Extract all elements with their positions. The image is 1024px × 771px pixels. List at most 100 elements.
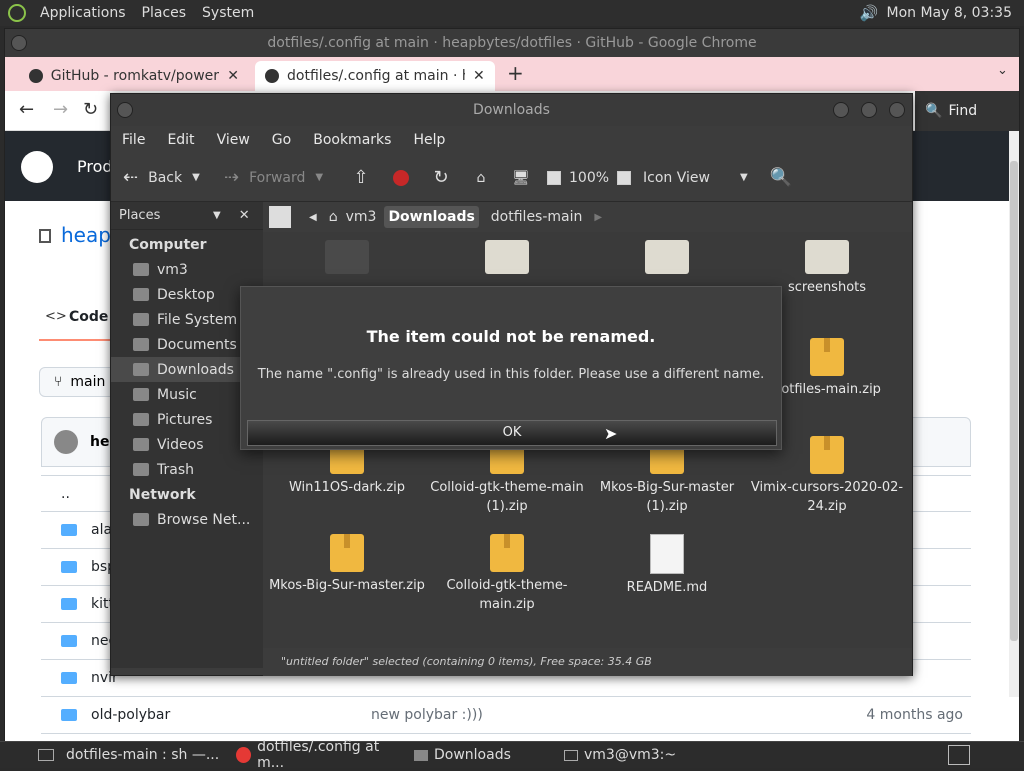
search-icon[interactable]: 🔍 bbox=[770, 167, 792, 188]
zip-archive-icon bbox=[810, 338, 844, 376]
sidebar-item-vm3[interactable]: vm3 bbox=[111, 257, 263, 282]
product-menu[interactable]: Prod bbox=[77, 157, 113, 176]
distro-logo-icon[interactable] bbox=[8, 4, 26, 22]
clock[interactable]: Mon May 8, 03:35 bbox=[886, 5, 1024, 21]
place-icon bbox=[133, 263, 149, 276]
chevron-down-icon: ▼ bbox=[739, 172, 748, 183]
view-mode-select[interactable]: Icon View ▼ bbox=[631, 170, 748, 186]
tab-list-chevron-icon[interactable]: ⌄ bbox=[997, 63, 1008, 78]
rename-error-dialog: The item could not be renamed. The name … bbox=[240, 286, 782, 450]
menu-bookmarks[interactable]: Bookmarks bbox=[302, 132, 402, 148]
sidebar-item-label: Trash bbox=[157, 461, 194, 478]
tab-dotfiles-config[interactable]: dotfiles/.config at main · hea ✕ bbox=[255, 61, 495, 91]
file-name-link[interactable]: old-polybar bbox=[91, 707, 371, 723]
code-tab[interactable]: Code bbox=[69, 309, 108, 325]
close-tab-icon[interactable]: ✕ bbox=[227, 68, 239, 84]
network-icon bbox=[133, 513, 149, 526]
path-dotfiles-main[interactable]: dotfiles-main bbox=[479, 209, 595, 225]
close-tab-icon[interactable]: ✕ bbox=[473, 68, 485, 84]
show-desktop-icon[interactable] bbox=[38, 749, 54, 761]
menu-file[interactable]: File bbox=[111, 132, 156, 148]
chrome-title-bar[interactable]: dotfiles/.config at main · heapbytes/dot… bbox=[5, 29, 1019, 57]
minimize-button[interactable] bbox=[833, 102, 849, 118]
file-item[interactable]: README.md bbox=[587, 534, 747, 597]
path-right-arrow-icon[interactable]: ▶ bbox=[594, 212, 602, 223]
find-label: Find bbox=[948, 103, 978, 119]
file-item[interactable] bbox=[267, 240, 427, 278]
sidebar-item-trash[interactable]: Trash bbox=[111, 457, 263, 482]
reload-icon[interactable]: ↻ bbox=[83, 99, 98, 120]
fm-title-bar[interactable]: Downloads bbox=[111, 94, 912, 126]
forward-button[interactable]: ⇢ Forward ▼ bbox=[216, 167, 341, 188]
file-item[interactable] bbox=[587, 240, 747, 278]
scrollbar-thumb[interactable] bbox=[1010, 161, 1018, 641]
menu-view[interactable]: View bbox=[206, 132, 261, 148]
fm-menu-button[interactable] bbox=[117, 102, 133, 118]
tab-label: dotfiles/.config at main · hea bbox=[287, 68, 465, 84]
menu-go[interactable]: Go bbox=[261, 132, 302, 148]
back-dropdown-icon[interactable]: ▼ bbox=[192, 172, 200, 183]
file-item[interactable]: Colloid-gtk-theme-main.zip bbox=[427, 534, 587, 614]
path-vm3[interactable]: vm3 bbox=[338, 209, 385, 225]
code-tab-icon: <> bbox=[45, 309, 67, 324]
avatar[interactable] bbox=[54, 430, 78, 454]
computer-heading: Computer bbox=[129, 236, 207, 253]
volume-icon[interactable]: 🔊 bbox=[860, 4, 879, 22]
zoom-out-icon[interactable] bbox=[547, 170, 561, 185]
repo-owner-link[interactable]: heap bbox=[61, 223, 111, 247]
forward-arrow-icon[interactable]: → bbox=[53, 99, 68, 120]
folder-icon bbox=[61, 523, 77, 536]
folder-icon bbox=[61, 597, 77, 610]
back-button[interactable]: ⇠ Back ▼ bbox=[111, 167, 216, 188]
menu-edit[interactable]: Edit bbox=[156, 132, 205, 148]
file-item[interactable] bbox=[427, 240, 587, 278]
new-tab-icon[interactable]: + bbox=[507, 61, 524, 85]
computer-icon[interactable]: 🖥 bbox=[501, 170, 541, 186]
close-sidebar-icon[interactable]: ✕ bbox=[239, 208, 250, 223]
up-arrow-icon[interactable]: ⇧ bbox=[341, 167, 381, 188]
task-terminal-vm3[interactable]: vm3@vm3:~ bbox=[558, 742, 698, 769]
commit-message[interactable]: new polybar :))) bbox=[371, 707, 866, 723]
file-item[interactable]: Mkos-Big-Sur-master.zip bbox=[267, 534, 427, 595]
file-label: README.md bbox=[626, 580, 708, 595]
table-row[interactable]: old-polybar new polybar :))) 4 months ago bbox=[41, 696, 971, 732]
task-downloads[interactable]: Downloads bbox=[408, 742, 558, 769]
parent-dir-link[interactable]: .. bbox=[61, 486, 70, 502]
places-selector[interactable]: Places ▼ ✕ bbox=[111, 202, 263, 230]
forward-dropdown-icon[interactable]: ▼ bbox=[315, 172, 323, 183]
zip-archive-icon bbox=[490, 534, 524, 572]
tab-strip: GitHub - romkatv/powerleve ✕ dotfiles/.c… bbox=[5, 57, 1019, 91]
zoom-in-icon[interactable] bbox=[617, 170, 632, 185]
task-chrome[interactable]: dotfiles/.config at m... bbox=[230, 739, 408, 771]
branch-selector[interactable]: ⑂ main bbox=[39, 367, 119, 397]
path-left-arrow-icon[interactable]: ◀ bbox=[309, 212, 317, 223]
github-logo-icon[interactable] bbox=[21, 151, 53, 183]
close-button[interactable] bbox=[889, 102, 905, 118]
path-downloads[interactable]: Downloads bbox=[384, 206, 479, 228]
back-arrow-icon[interactable]: ← bbox=[19, 99, 34, 120]
chrome-left-button[interactable] bbox=[11, 35, 27, 51]
menu-help[interactable]: Help bbox=[402, 132, 456, 148]
top-panel: Applications Places System 🔊 Mon May 8, … bbox=[0, 0, 1024, 26]
reload-icon[interactable]: ↻ bbox=[421, 167, 461, 188]
system-menu[interactable]: System bbox=[194, 5, 262, 21]
stop-icon[interactable] bbox=[393, 169, 409, 186]
tab-github-powerlevel[interactable]: GitHub - romkatv/powerleve ✕ bbox=[19, 61, 249, 91]
home-icon[interactable]: ⌂ bbox=[461, 170, 501, 186]
place-icon bbox=[133, 438, 149, 451]
text-document-icon bbox=[650, 534, 684, 574]
find-bar[interactable]: 🔍 Find bbox=[915, 91, 1019, 131]
applications-menu[interactable]: Applications bbox=[32, 5, 134, 21]
path-home-icon[interactable]: ⌂ bbox=[329, 209, 338, 225]
workspace-switcher-icon[interactable] bbox=[948, 745, 970, 765]
back-icon: ⇠ bbox=[123, 167, 139, 188]
edit-path-icon[interactable] bbox=[269, 206, 291, 228]
places-menu[interactable]: Places bbox=[134, 5, 195, 21]
ok-button[interactable]: OK bbox=[247, 420, 777, 446]
place-icon bbox=[133, 313, 149, 326]
file-label: Vimix-cursors-2020-02-24.zip bbox=[750, 480, 904, 514]
sidebar-item-browse-network[interactable]: Browse Net... bbox=[111, 507, 263, 532]
scrollbar[interactable] bbox=[1009, 131, 1019, 697]
task-terminal-dotfiles[interactable]: dotfiles-main : sh —... bbox=[60, 742, 230, 769]
maximize-button[interactable] bbox=[861, 102, 877, 118]
